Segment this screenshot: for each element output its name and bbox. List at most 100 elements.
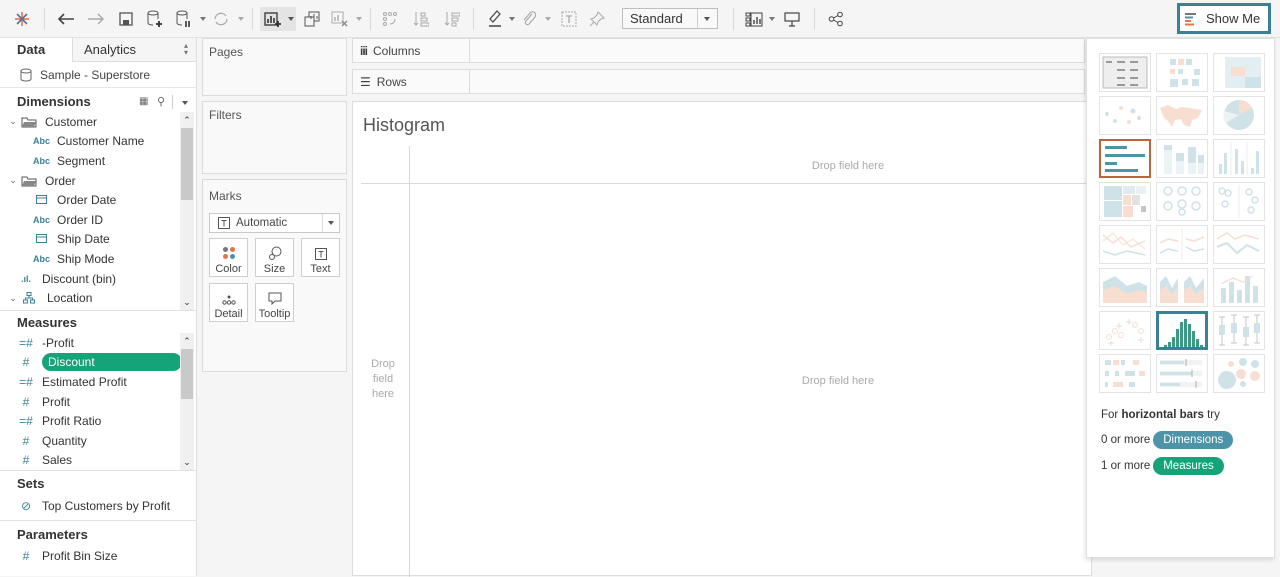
show-me-button[interactable]: Show Me (1177, 3, 1271, 34)
chevron-down-icon[interactable]: ⌄ (7, 116, 19, 127)
size-button[interactable]: Size (255, 238, 294, 277)
pane-menu-icon[interactable] (182, 101, 188, 105)
measures-scrollbar[interactable]: ⌃ ⌄ (180, 333, 194, 470)
tab-analytics[interactable]: Analytics ▴ ▾ (73, 38, 196, 62)
color-button[interactable]: Color (209, 238, 248, 277)
chart-type-gantt-chart[interactable] (1099, 354, 1151, 393)
chart-type-continuous-lines[interactable] (1099, 225, 1151, 264)
scroll-up-icon[interactable]: ⌃ (180, 114, 194, 126)
chart-type-text-table[interactable] (1099, 53, 1151, 92)
pause-dropdown-caret[interactable] (200, 17, 206, 21)
chart-type-symbol-map[interactable] (1099, 96, 1151, 135)
dimension-field[interactable]: Order Date (0, 190, 196, 210)
clear-dropdown-caret[interactable] (356, 17, 362, 21)
detail-button[interactable]: Detail (209, 283, 248, 322)
group-dropdown-caret[interactable] (545, 17, 551, 21)
chevron-down-icon[interactable] (322, 214, 339, 232)
chart-type-heat-map[interactable] (1156, 53, 1208, 92)
dimensions-scrollbar[interactable]: ⌃ ⌄ (180, 112, 194, 310)
chevron-down-icon[interactable]: ⌄ (7, 175, 19, 186)
share-icon[interactable] (826, 8, 846, 30)
text-button[interactable]: Text (301, 238, 340, 277)
drop-zone-columns[interactable]: Drop field here (798, 159, 898, 174)
chart-type-stacked-bars[interactable] (1156, 139, 1208, 178)
chart-type-box-and-whisker[interactable] (1213, 311, 1265, 350)
new-worksheet-icon[interactable] (260, 7, 286, 31)
drop-zone-view[interactable]: Drop field here (788, 374, 888, 389)
fix-axes-icon[interactable] (587, 8, 607, 30)
discount-pill[interactable]: Discount (42, 353, 182, 372)
chart-type-circle-views[interactable] (1156, 182, 1208, 221)
dimension-field[interactable]: Abc Order ID (0, 210, 196, 230)
chart-type-bullet-graph[interactable] (1156, 354, 1208, 393)
sort-ascending-icon[interactable] (411, 8, 431, 30)
measure-field[interactable]: =# Estimated Profit (0, 372, 196, 392)
dimension-field[interactable]: Abc Customer Name (0, 132, 196, 152)
chart-type-packed-bubbles[interactable] (1213, 354, 1265, 393)
dimension-folder-customer[interactable]: ⌄ Customer (0, 112, 196, 132)
dimension-field[interactable]: .ıl. Discount (bin) (0, 269, 196, 289)
measure-field[interactable]: # Profit (0, 392, 196, 412)
view-data-icon[interactable]: ▦ (139, 92, 148, 112)
refresh-icon[interactable] (210, 8, 232, 30)
tooltip-button[interactable]: Tooltip (255, 283, 294, 322)
chart-type-filled-map[interactable] (1156, 96, 1208, 135)
chart-type-discrete-lines[interactable] (1156, 225, 1208, 264)
new-worksheet-dropdown[interactable] (286, 7, 296, 31)
undo-icon[interactable] (55, 8, 77, 30)
tab-data[interactable]: Data (0, 38, 73, 62)
scroll-up-icon[interactable]: ⌃ (180, 335, 194, 347)
measure-field[interactable]: # Sales (0, 451, 196, 471)
chevron-down-icon[interactable] (697, 9, 717, 28)
filters-card[interactable]: Filters (202, 101, 347, 174)
parameter-field[interactable]: # Profit Bin Size (0, 547, 196, 567)
chart-type-highlight-table[interactable] (1213, 53, 1265, 92)
scroll-down-icon[interactable]: ⌄ (180, 456, 194, 468)
chart-type-scatter-plot[interactable] (1099, 311, 1151, 350)
dimension-folder-order[interactable]: ⌄ Order (0, 171, 196, 191)
chart-type-horizontal-bars[interactable] (1099, 139, 1151, 178)
sort-descending-icon[interactable] (442, 8, 462, 30)
mark-type-select[interactable]: Automatic (209, 213, 340, 233)
chart-type-area-continuous[interactable] (1099, 268, 1151, 307)
tableau-logo-icon[interactable] (12, 8, 32, 30)
rows-shelf[interactable]: ☰ Rows (352, 69, 1085, 94)
fit-select[interactable]: Standard (622, 8, 718, 29)
set-field[interactable]: ⊘ Top Customers by Profit (0, 496, 196, 516)
show-mark-labels-icon[interactable] (559, 8, 579, 30)
chart-type-area-discrete[interactable] (1156, 268, 1208, 307)
dimension-field[interactable]: Abc Segment (0, 151, 196, 171)
presentation-mode-icon[interactable] (782, 8, 802, 30)
refresh-dropdown-caret[interactable] (238, 17, 244, 21)
group-members-icon[interactable] (519, 8, 539, 30)
clear-sheet-icon[interactable] (330, 8, 350, 30)
pages-card[interactable]: Pages (202, 38, 347, 96)
chart-type-pie-chart[interactable] (1213, 96, 1265, 135)
chart-type-histogram[interactable] (1156, 311, 1208, 350)
redo-icon[interactable] (85, 8, 107, 30)
chart-type-dual-lines[interactable] (1213, 225, 1265, 264)
measure-field[interactable]: =# Profit Ratio (0, 411, 196, 431)
save-icon[interactable] (116, 8, 136, 30)
dimension-field[interactable]: ◯Country (0, 308, 196, 310)
chart-type-treemap[interactable] (1099, 182, 1151, 221)
highlight-dropdown-caret[interactable] (509, 17, 515, 21)
dimension-field[interactable]: Ship Date (0, 230, 196, 250)
show-cards-icon[interactable] (744, 8, 764, 30)
measure-field[interactable]: =# -Profit (0, 333, 196, 353)
search-icon[interactable]: ⚲ (157, 92, 165, 112)
dimension-field[interactable]: Abc Ship Mode (0, 249, 196, 269)
columns-shelf[interactable]: iii Columns (352, 38, 1085, 63)
pause-auto-updates-icon[interactable] (174, 8, 194, 30)
data-source[interactable]: Sample - Superstore (0, 62, 196, 88)
swap-rows-columns-icon[interactable] (380, 8, 400, 30)
scroll-thumb[interactable] (181, 349, 193, 399)
duplicate-sheet-icon[interactable] (302, 8, 322, 30)
chevron-down-icon[interactable]: ⌄ (7, 293, 19, 304)
new-data-source-icon[interactable] (145, 8, 165, 30)
highlight-icon[interactable] (485, 8, 505, 30)
view-title[interactable]: Histogram (363, 115, 445, 136)
measure-field[interactable]: # Quantity (0, 431, 196, 451)
chart-type-side-by-side-circles[interactable] (1213, 182, 1265, 221)
scroll-down-icon[interactable]: ⌄ (180, 296, 194, 308)
